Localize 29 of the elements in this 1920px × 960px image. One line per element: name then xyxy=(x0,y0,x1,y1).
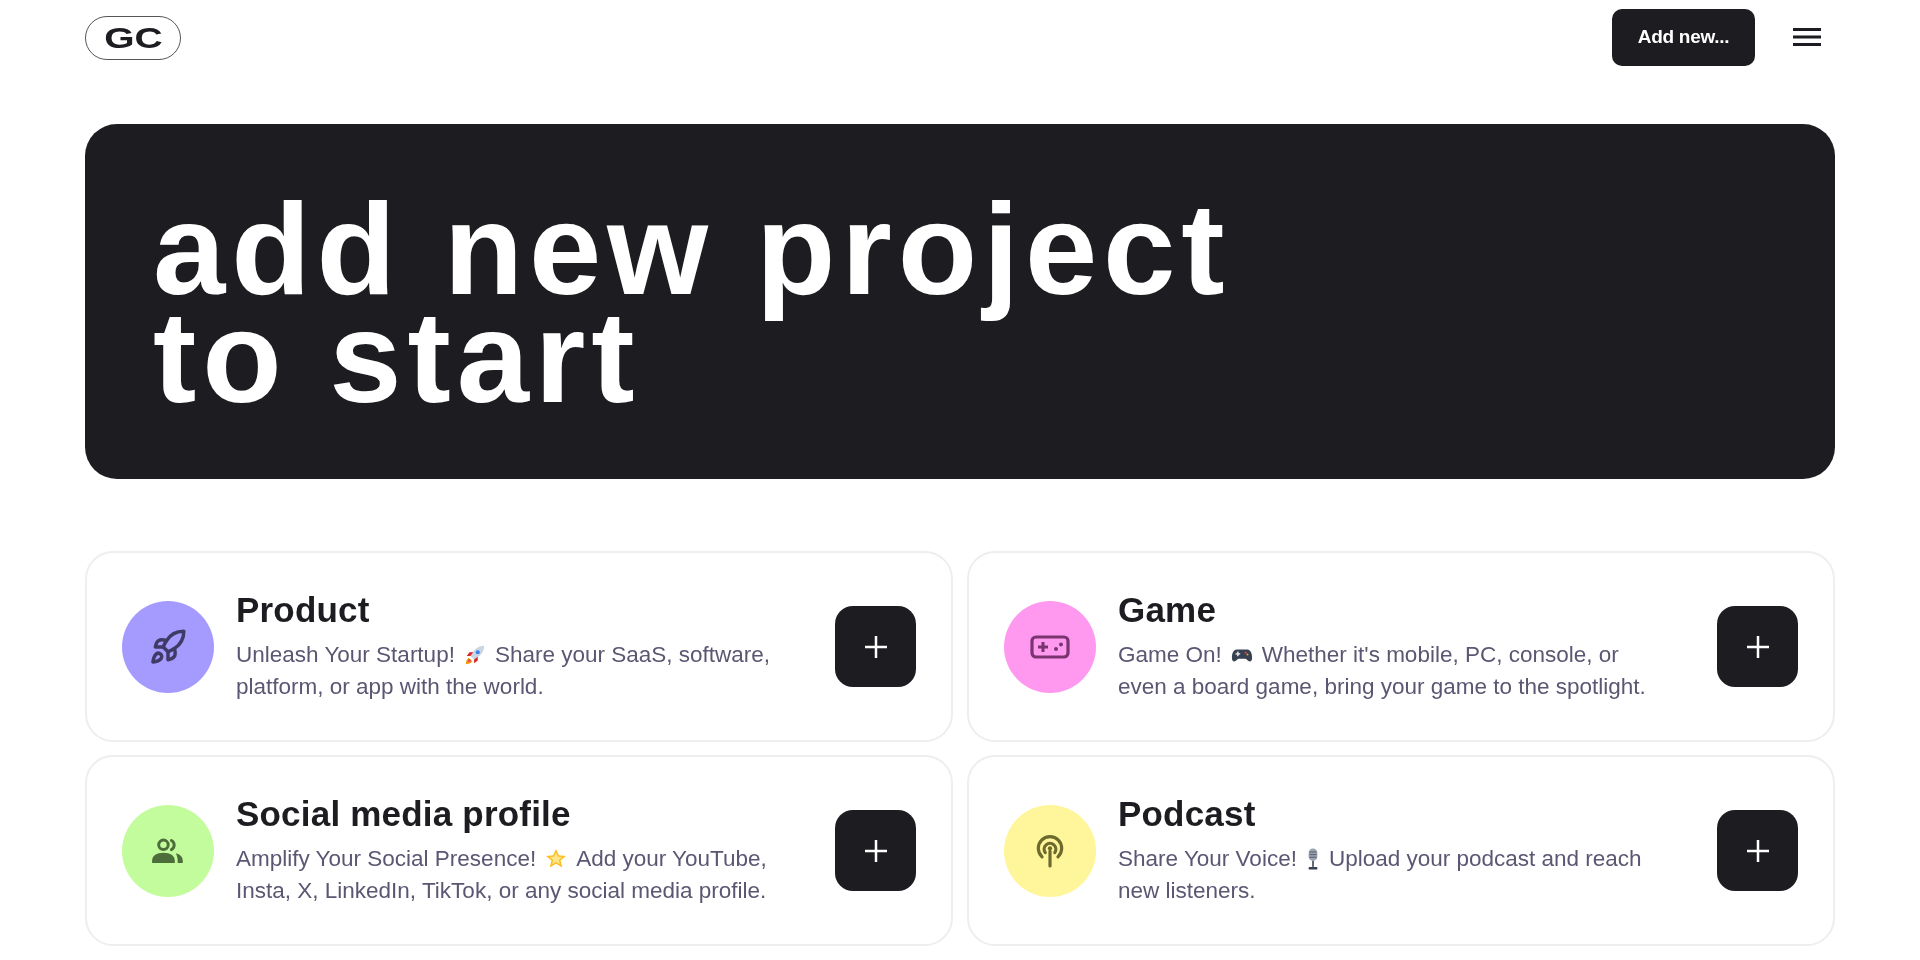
card-description: even a board game, bring your game to the spotlight. xyxy=(1118,673,1646,701)
card-title: Social media profile xyxy=(236,794,572,834)
card-tagline: Amplify Your Social Presence! xyxy=(236,845,537,873)
rocket-emoji-icon xyxy=(463,644,486,666)
card-title: Product xyxy=(236,590,371,630)
menu-icon[interactable] xyxy=(1793,28,1821,46)
card-description: Whether it's mobile, PC, console, or xyxy=(1261,641,1619,669)
card-description: Upload your podcast and reach xyxy=(1328,845,1642,873)
add-new-button[interactable]: Add new... xyxy=(1612,8,1755,66)
card-description: Insta, X, LinkedIn, TikTok, or any social media profile. xyxy=(236,877,767,905)
card-tagline: Unleash Your Startup! xyxy=(236,641,455,669)
add-button[interactable] xyxy=(835,606,916,687)
plus-icon xyxy=(864,839,887,862)
card-description: Share your SaaS, software, xyxy=(494,641,771,669)
card-tagline: Share Your Voice! xyxy=(1118,845,1297,873)
plus-icon xyxy=(1746,635,1769,658)
plus-icon xyxy=(864,635,887,658)
card-title: Podcast xyxy=(1118,794,1257,834)
card-description: new listeners. xyxy=(1118,877,1256,905)
card-title: Game xyxy=(1118,590,1218,630)
plus-icon xyxy=(1746,839,1769,862)
card-description: platform, or app with the world. xyxy=(236,673,544,701)
add-button[interactable] xyxy=(1717,810,1798,891)
star-emoji-icon xyxy=(545,848,568,870)
card-description: Add your YouTube, xyxy=(576,845,767,873)
add-button[interactable] xyxy=(835,810,916,891)
card-tagline: Game On! xyxy=(1118,641,1222,669)
add-button[interactable] xyxy=(1717,606,1798,687)
hero-heading: add new project to start xyxy=(153,195,1231,411)
